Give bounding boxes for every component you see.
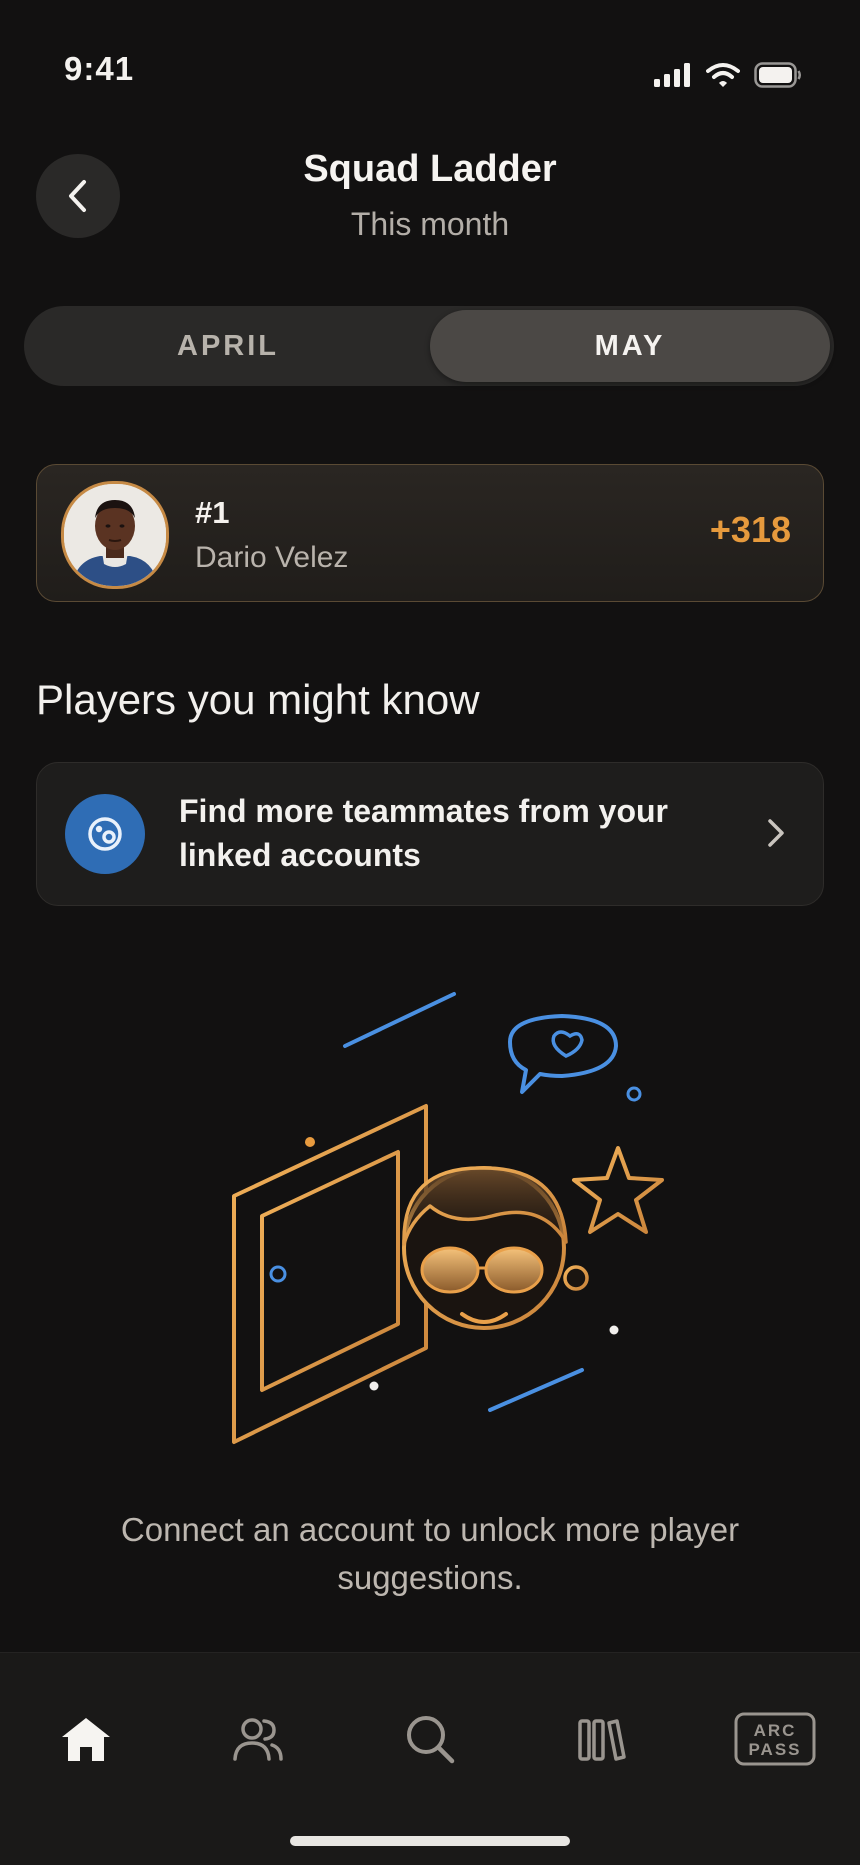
tab-people[interactable] xyxy=(218,1699,298,1779)
leader-score: +318 xyxy=(709,509,791,550)
status-icons xyxy=(654,62,802,88)
tab-april[interactable]: APRIL xyxy=(28,310,428,382)
tab-library[interactable] xyxy=(562,1699,642,1779)
linked-accounts-icon xyxy=(65,794,145,874)
section-title: Players you might know xyxy=(36,676,480,723)
find-teammates-text: Find more teammates from your linked acc… xyxy=(179,793,668,873)
page-subtitle: This month xyxy=(350,206,510,242)
tab-may[interactable]: MAY xyxy=(430,310,830,382)
player-photo-icon xyxy=(64,484,166,586)
connect-account-text: Connect an account to unlock more player… xyxy=(120,1511,740,1596)
bottom-tab-bar: ARC PASS xyxy=(0,1652,860,1865)
tab-search[interactable] xyxy=(390,1699,470,1779)
arc-pass-icon: ARC PASS xyxy=(734,1712,816,1766)
chevron-right-icon xyxy=(768,819,784,847)
leader-rank: #1 xyxy=(195,495,230,530)
wifi-icon xyxy=(706,63,740,87)
arc-pass-line2: PASS xyxy=(748,1740,801,1759)
library-icon xyxy=(578,1719,626,1761)
home-indicator xyxy=(290,1836,570,1846)
month-segmented-control: APRIL MAY xyxy=(24,306,834,386)
signal-icon xyxy=(654,63,690,87)
people-icon xyxy=(233,1718,283,1761)
status-time: 9:41 xyxy=(64,50,135,87)
home-icon xyxy=(62,1718,110,1761)
page-title: Squad Ladder xyxy=(303,148,557,190)
arc-pass-line1: ARC xyxy=(754,1721,797,1740)
connect-illustration xyxy=(232,992,664,1444)
battery-icon xyxy=(754,62,801,88)
leader-card[interactable]: #1 Dario Velez +318 xyxy=(36,464,824,602)
find-teammates-card[interactable]: Find more teammates from your linked acc… xyxy=(36,762,824,906)
tab-home[interactable] xyxy=(46,1699,126,1779)
leader-name: Dario Velez xyxy=(195,541,349,574)
tab-arc-pass[interactable]: ARC PASS xyxy=(734,1699,816,1779)
avatar xyxy=(61,481,169,589)
search-icon xyxy=(407,1716,455,1764)
